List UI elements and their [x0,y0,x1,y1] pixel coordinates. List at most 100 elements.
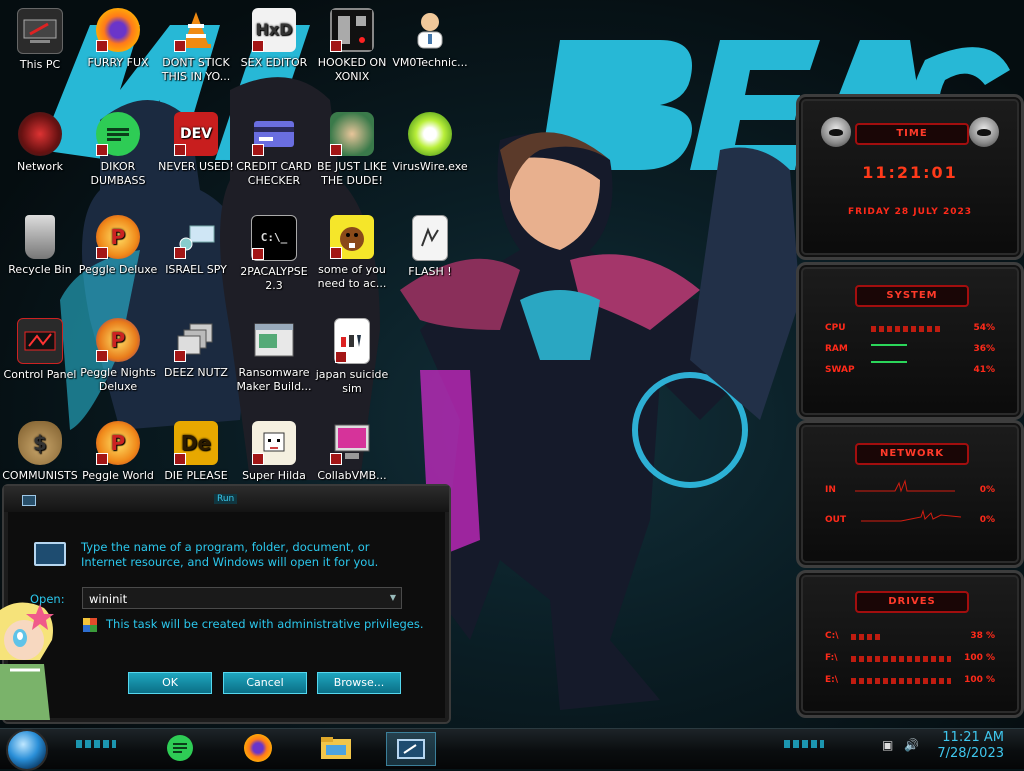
system-widget-title: SYSTEM [855,285,969,307]
icon-label: Control Panel [3,368,77,381]
icon-label: CollabVMB... [317,469,387,482]
desktop-icon-vm0technic[interactable]: VM0Technic... [390,8,470,70]
network-in-graph [855,479,955,493]
icon-label: DIKOR DUMBASS [90,160,146,187]
icon-label: HOOKED ON XONIX [317,56,387,83]
time-widget-title: TIME [855,123,969,145]
ok-button[interactable]: OK [128,672,212,694]
icon-label: Ransomware Maker Build... [236,366,312,393]
ram-row: RAM 36% [825,344,995,358]
desktop-icon-peggle-nights[interactable]: P Peggle Nights Deluxe [78,318,158,394]
desktop-icon-credit-card-checker[interactable]: CREDIT CARD CHECKER [234,112,314,188]
doctor-avatar-icon [408,8,452,52]
lime-icon [408,112,452,156]
desktop-icon-sex-editor[interactable]: HxD SEX EDITOR [234,8,314,70]
drive-e-label: E:\ [825,675,839,685]
santa-character-icon [330,112,374,156]
drive-f-row: F:\ 100 % [825,653,995,667]
chevron-down-icon[interactable]: ▼ [385,588,401,608]
desktop-icon-collabvmb[interactable]: CollabVMB... [312,421,392,483]
start-button[interactable] [6,729,48,771]
desktop-icon-deez-nutz[interactable]: DEEZ NUTZ [156,318,236,380]
hex-editor-icon: HxD [252,8,296,52]
cancel-button[interactable]: Cancel [223,672,307,694]
drive-e-value: 100 % [964,675,995,685]
drive-f-value: 100 % [964,653,995,663]
icon-glyph-text: DEV [179,126,213,142]
icon-label: Network [17,160,63,173]
desktop-icon-ransomware-maker[interactable]: Ransomware Maker Build... [234,318,314,394]
desktop-icon-this-pc[interactable]: This PC [0,8,80,72]
desktop-icon-flash[interactable]: FLASH ! [390,215,470,279]
taskbar-decoration [784,740,824,748]
time-widget: TIME 11:21:01 FRIDAY 28 JULY 2023 [796,94,1024,260]
ram-label: RAM [825,344,848,354]
desktop-icon-dont-stick[interactable]: DONT STICK THIS IN YO... [156,8,236,84]
drive-c-bar [851,634,881,640]
desktop-icon-dikor-dumbass[interactable]: DIKOR DUMBASS [78,112,158,188]
desktop-icon-peggle-deluxe[interactable]: P Peggle Deluxe [78,215,158,277]
open-combobox[interactable]: ▼ [82,587,402,609]
desktop-icon-be-just-like-the-dude[interactable]: BE JUST LIKE THE DUDE! [312,112,392,188]
date-readout: FRIDAY 28 JULY 2023 [848,207,972,217]
icon-label: Peggle Nights Deluxe [80,366,156,393]
time-readout: 11:21:01 [862,163,958,182]
drive-c-row: C:\ 38 % [825,631,995,645]
desktop-icon-super-hilda[interactable]: Super Hilda [234,421,314,483]
desktop-icon-recycle-bin[interactable]: Recycle Bin [0,215,80,277]
icon-label: Peggle Deluxe [78,263,158,276]
icon-label: COMMUNISTS [2,469,78,482]
desktop-icon-peggle-world[interactable]: P Peggle World [78,421,158,483]
taskbar-notes-app[interactable] [156,732,204,764]
desktop-icon-network[interactable]: Network [0,112,80,174]
taskbar-run-dialog[interactable] [386,732,436,766]
taskbar-clock[interactable]: 11:21 AM 7/28/2023 [937,730,1004,762]
desktop-icon-control-panel[interactable]: Control Panel [0,318,80,382]
desktop-icon-communists[interactable]: $ COMMUNISTS [0,421,80,483]
shortcut-arrow-icon [96,350,108,362]
shortcut-arrow-icon [96,40,108,52]
icon-label: This PC [19,58,61,71]
desktop-icon-israel-spy[interactable]: ISRAEL SPY [156,215,236,277]
dev-cpp-icon: DEV [174,112,218,156]
browse-button[interactable]: Browse... [317,672,401,694]
admin-privileges-note: This task will be created with administr… [106,617,424,631]
open-input[interactable] [87,589,381,608]
shortcut-arrow-icon [252,453,264,465]
desktop-icon-japan-suicide-sim[interactable]: japan suicide sim [312,318,392,396]
cpu-bar [871,326,941,332]
taskbar-firefox[interactable] [234,732,282,764]
shortcut-arrow-icon [335,351,347,363]
desktop-icon-die-please[interactable]: De DIE PLEASE [156,421,236,483]
desktop-icon-viruswire[interactable]: VirusWire.exe [390,112,470,174]
desktop-icon-never-used[interactable]: DEV NEVER USED! [156,112,236,174]
icon-label: FLASH ! [408,265,452,278]
terminal-icon: C:\_ [251,215,297,261]
desktop-icon-hooked-on-xonix[interactable]: HOOKED ON XONIX [312,8,392,84]
swap-value: 41% [973,365,995,375]
ram-graph [871,344,907,346]
drive-c-value: 38 % [970,631,995,641]
network-out-value: 0% [979,515,995,525]
computer-icon [17,8,63,54]
cartoon-character-sticker [0,602,54,720]
icon-label: Recycle Bin [8,263,72,276]
desktop-icon-furry-fux[interactable]: FURRY FUX [78,8,158,70]
pixel-cat-icon [252,421,296,465]
network-tray-icon[interactable]: ▣ [882,738,893,752]
shortcut-arrow-icon [174,40,186,52]
alien-head-icon [821,117,851,147]
icon-label: Peggle World [82,469,154,482]
run-dialog-titlebar[interactable]: Run [4,486,449,512]
monitor-icon [330,421,374,465]
icon-label: VM0Technic... [392,56,468,69]
shortcut-arrow-icon [96,453,108,465]
de-app-icon: De [174,421,218,465]
taskbar-file-explorer[interactable] [312,732,360,764]
desktop-icon-some-of-you[interactable]: some of you need to ac... [312,215,392,291]
volume-tray-icon[interactable]: 🔊 [904,738,919,752]
recycle-bin-icon [25,215,55,259]
notes-app-icon [96,112,140,156]
network-widget-title: NETWORK [855,443,969,465]
desktop-icon-2pacalypse[interactable]: C:\_ 2PACALYPSE 2.3 [234,215,314,293]
